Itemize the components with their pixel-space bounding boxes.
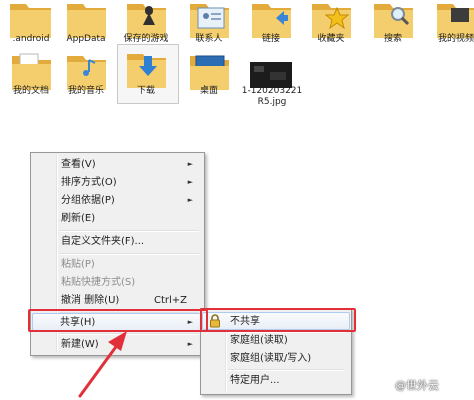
file-name: AppData (66, 34, 106, 44)
menu-item-group-by[interactable]: 分组依据(P) ► (33, 192, 201, 209)
menu-item-label: 家庭组(读取) (230, 335, 288, 346)
file-name: 收藏夹 (317, 34, 345, 44)
menu-item-label: 特定用户... (230, 375, 280, 386)
file-name-line-1: 1-120203221 (241, 86, 303, 96)
menu-item-refresh[interactable]: 刷新(E) (33, 210, 201, 227)
menu-item-view[interactable]: 查看(V) ► (33, 156, 201, 173)
menu-item-paste-shortcut: 粘贴快捷方式(S) (33, 274, 201, 291)
menu-item-label: 排序方式(O) (61, 177, 117, 188)
menu-item-label: 刷新(E) (61, 213, 96, 224)
menu-item-label: 粘贴快捷方式(S) (61, 277, 136, 288)
file-name: 链接 (261, 34, 280, 44)
file-name: 我的文档 (12, 86, 49, 96)
submenu-arrow-icon: ► (187, 160, 193, 168)
menu-item-specific-people[interactable]: 特定用户... (203, 372, 349, 389)
file-name-line-2: R5.jpg (257, 97, 287, 107)
menu-separator (59, 333, 199, 335)
file-name: .android (12, 34, 50, 44)
menu-item-label: 分组依据(P) (61, 195, 115, 206)
annotation-box-share (28, 309, 208, 332)
file-name: 下载 (136, 86, 155, 96)
downloads-folder-icon (127, 54, 166, 88)
watermark: @世外云 (395, 379, 439, 392)
menu-item-label: 家庭组(读取/写入) (230, 353, 312, 364)
menu-item-label: 查看(V) (61, 159, 96, 170)
menu-item-homegroup-read-write[interactable]: 家庭组(读取/写入) (203, 350, 349, 367)
file-area: .android AppData 保存的游戏 联系人 链接 收藏夹 搜索 我的视… (0, 0, 474, 110)
menu-item-sort-by[interactable]: 排序方式(O) ► (33, 174, 201, 191)
menu-item-shortcut: Ctrl+Z (153, 295, 187, 306)
menu-separator (228, 369, 345, 371)
menu-item-undo-delete[interactable]: 撤消 删除(U) Ctrl+Z (33, 292, 201, 309)
submenu-arrow-icon: ► (187, 178, 193, 186)
menu-item-label: 粘贴(P) (61, 259, 95, 270)
file-name: 桌面 (199, 86, 218, 96)
menu-item-paste: 粘贴(P) (33, 256, 201, 273)
menu-item-label: 新建(W) (61, 339, 99, 350)
menu-separator (59, 253, 199, 255)
submenu-arrow-icon: ► (187, 340, 193, 348)
menu-item-label: 撤消 删除(U) (61, 295, 120, 306)
annotation-box-not-shared (200, 308, 356, 332)
file-name: 搜索 (383, 34, 402, 44)
file-name: 我的音乐 (67, 86, 104, 96)
menu-item-homegroup-read[interactable]: 家庭组(读取) (203, 332, 349, 349)
file-name: 我的视频 (437, 34, 474, 44)
menu-item-new[interactable]: 新建(W) ► (33, 336, 201, 353)
menu-item-customize-folder[interactable]: 自定义文件夹(F)... (33, 233, 201, 250)
submenu-arrow-icon: ► (187, 196, 193, 204)
file-name: 联系人 (195, 34, 223, 44)
menu-item-label: 自定义文件夹(F)... (61, 236, 145, 247)
menu-separator (59, 230, 199, 232)
